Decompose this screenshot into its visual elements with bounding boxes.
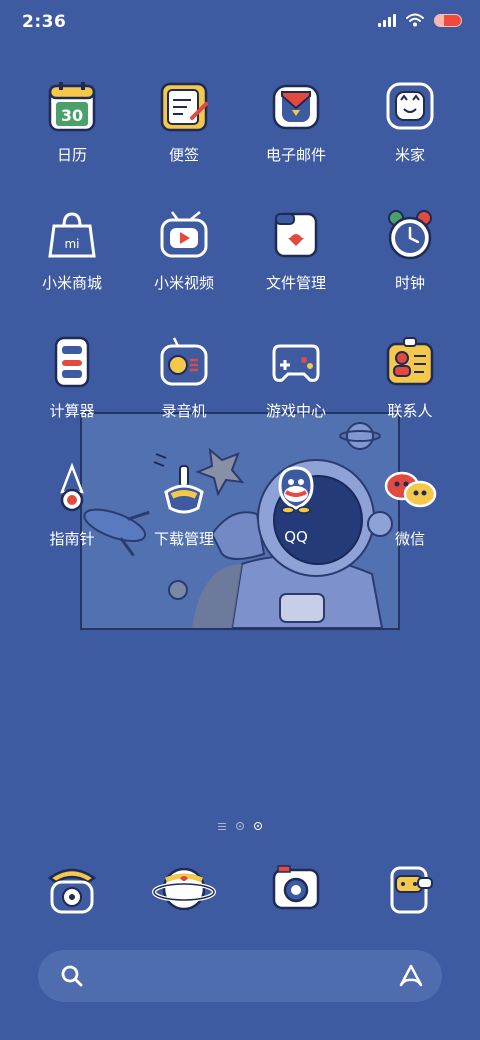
page-indicator[interactable] [0, 822, 480, 830]
app-calendar[interactable]: 30 日历 [12, 68, 132, 188]
app-label: 微信 [394, 530, 425, 548]
app-calculator[interactable]: 计算器 [12, 324, 132, 444]
dock-browser[interactable] [152, 858, 216, 920]
messages-icon [390, 866, 433, 914]
phone-icon [47, 868, 97, 914]
browser-planet-icon [152, 867, 216, 911]
app-label: 指南针 [49, 530, 95, 548]
calendar-icon: 30 [48, 82, 96, 132]
app-email[interactable]: 电子邮件 [236, 68, 356, 188]
app-clock[interactable]: 时钟 [350, 196, 470, 316]
app-label: 游戏中心 [265, 402, 326, 420]
app-file-manager[interactable]: 文件管理 [236, 196, 356, 316]
app-label: 时钟 [394, 274, 425, 292]
app-contacts[interactable]: 联系人 [350, 324, 470, 444]
dock-messages[interactable] [384, 858, 444, 920]
search-icon[interactable] [60, 964, 84, 988]
game-center-icon [272, 344, 320, 382]
search-bar[interactable] [38, 950, 442, 1002]
wechat-icon [384, 471, 437, 508]
mijia-icon [386, 82, 434, 130]
app-label: 小米视频 [153, 274, 214, 292]
assistant-icon[interactable] [398, 964, 424, 988]
status-bar: 2:36 [0, 0, 480, 44]
app-label: 文件管理 [265, 274, 326, 292]
dock-phone[interactable] [42, 858, 102, 920]
status-time: 2:36 [22, 12, 67, 32]
app-mijia[interactable]: 米家 [350, 68, 470, 188]
email-icon [272, 84, 320, 130]
mi-video-icon [160, 211, 208, 258]
app-mi-video[interactable]: 小米视频 [124, 196, 244, 316]
compass-icon [60, 462, 84, 512]
app-mi-store[interactable]: mi 小米商城 [12, 196, 132, 316]
downloads-icon [164, 465, 204, 514]
app-label: 便签 [168, 146, 199, 164]
app-notes[interactable]: 便签 [124, 68, 244, 188]
page-dot-1[interactable] [236, 822, 244, 830]
dock-camera[interactable] [270, 858, 330, 920]
file-manager-icon [274, 212, 318, 258]
app-qq[interactable]: QQ [236, 452, 356, 572]
app-label: 日历 [56, 146, 87, 164]
clock-icon [388, 210, 432, 260]
calendar-day: 30 [61, 106, 83, 125]
wifi-icon [406, 13, 424, 27]
app-label: 小米商城 [41, 274, 102, 292]
app-label: 计算器 [49, 402, 95, 420]
page-dot-2-active[interactable] [254, 822, 262, 830]
app-label: 联系人 [387, 402, 433, 420]
app-label: 电子邮件 [265, 146, 326, 164]
contacts-icon [386, 337, 434, 386]
status-icons [378, 13, 462, 27]
signal-icon [378, 13, 396, 27]
notes-icon [160, 82, 208, 132]
mi-store-icon: mi [48, 212, 96, 258]
app-wechat[interactable]: 微信 [350, 452, 470, 572]
camera-icon [272, 865, 320, 910]
calculator-icon [54, 336, 90, 388]
app-compass[interactable]: 指南针 [12, 452, 132, 572]
page-indicator-list-icon[interactable] [218, 822, 226, 830]
app-game-center[interactable]: 游戏中心 [236, 324, 356, 444]
recorder-icon [160, 337, 208, 386]
app-recorder[interactable]: 录音机 [124, 324, 244, 444]
app-label: 录音机 [161, 402, 207, 420]
app-downloads[interactable]: 下载管理 [124, 452, 244, 572]
battery-icon [434, 13, 462, 27]
qq-icon [278, 466, 314, 514]
app-label: 米家 [394, 146, 425, 164]
mi-logo-glyph: mi [64, 237, 79, 251]
app-label: 下载管理 [153, 530, 214, 548]
app-label: QQ [284, 528, 308, 546]
